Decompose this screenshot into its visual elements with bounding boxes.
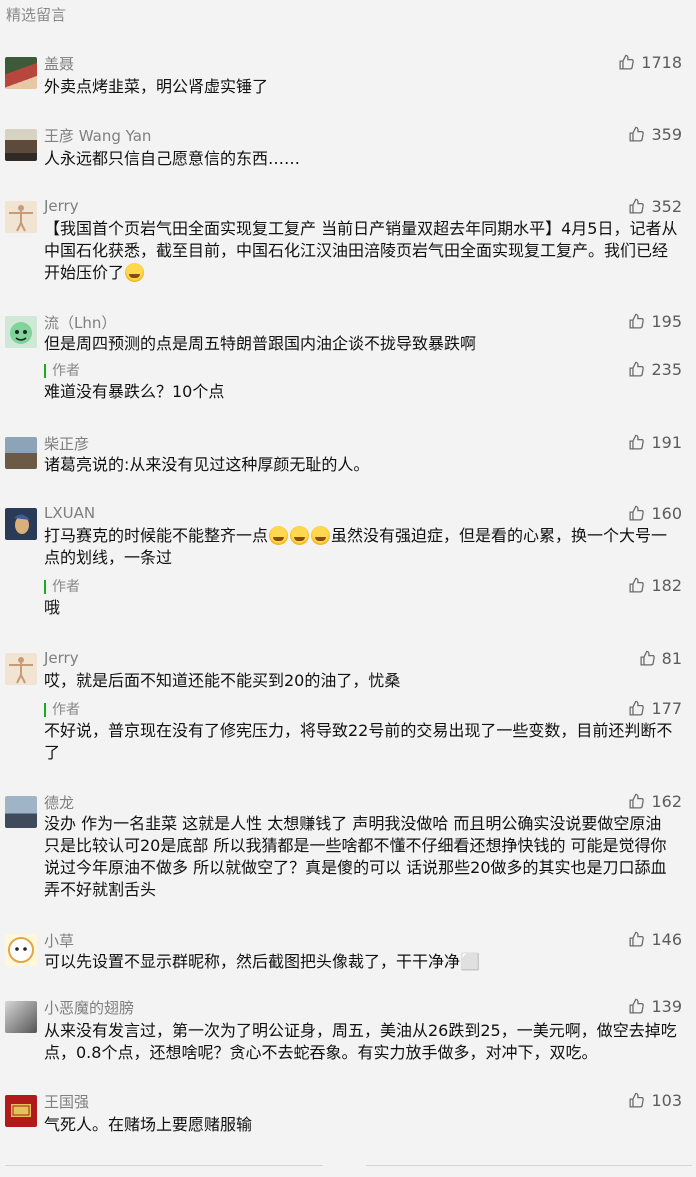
thumbs-up-icon [629,126,645,142]
avatar[interactable] [5,796,37,828]
like-button[interactable]: 81 [639,649,682,668]
divider [366,1165,692,1166]
like-count: 81 [661,649,682,668]
reply-author: 作者 [52,702,80,718]
reply-marker [44,364,46,378]
like-button[interactable]: 191 [628,433,682,452]
comment-content: 人永远都只信自己愿意信的东西…… [44,149,301,168]
comment-nickname: 柴正彦 [44,435,90,453]
like-count: 160 [651,504,682,523]
laugh-cry-emoji-icon [311,526,331,545]
avatar[interactable] [5,316,37,348]
cartoon-avatar-icon [10,322,32,344]
thumbs-up-icon [629,505,645,521]
comment-content: 外卖点烤韭菜，明公肾虚实锤了 [44,77,269,96]
like-button[interactable]: 195 [628,312,682,331]
reply-author: 作者 [52,579,80,595]
comment-content: 哎，就是后面不知道还能不能买到20的油了，忧桑 [44,671,401,690]
avatar[interactable] [5,508,37,540]
thumbs-up-icon [629,313,645,329]
thumbs-up-icon [629,998,645,1014]
avatar[interactable] [5,129,37,161]
comment-content: 【我国首个页岩气田全面实现复工复产 当前日产销量双超去年同期水平】4月5日，记者… [44,218,678,284]
seal-avatar-icon [11,1104,31,1117]
thumbs-up-icon [619,54,635,70]
thumbs-up-icon [629,931,645,947]
like-button[interactable]: 352 [628,197,682,216]
portrait-icon [14,514,30,534]
avatar[interactable] [5,201,37,233]
like-button[interactable]: 1718 [618,53,682,72]
person-figure-icon [9,657,33,684]
comment-content: 可以先设置不显示群昵称，然后截图把头像裁了，干干净净⬜ [44,952,480,971]
reply-content: 哦 [44,598,61,617]
comment-content: 但是周四预测的点是周五特朗普跟国内油企谈不拢导致暴跌啊 [44,334,477,353]
avatar[interactable] [5,57,37,89]
comment-content: 打马赛克的时候能不能整齐一点 虽然没有强迫症，但是看的心累，换一个大号一点的划线，… [44,525,678,569]
like-count: 1718 [641,53,682,72]
avatar[interactable] [5,1001,37,1033]
comment-nickname: Jerry [44,649,79,667]
like-count: 146 [651,930,682,949]
like-count: 103 [651,1091,682,1110]
comment-nickname: 小草 [44,932,75,950]
section-title: 精选留言 [6,6,67,24]
comment-nickname: 流（Lhn） [44,314,117,332]
like-count: 195 [651,312,682,331]
comment-nickname: LXUAN [44,504,96,522]
avatar[interactable] [5,1095,37,1127]
comment-content: 气死人。在赌场上要愿赌服输 [44,1115,253,1134]
thumbs-up-icon [629,577,645,593]
cartoon-avatar-icon [8,937,34,963]
thumbs-up-icon [629,700,645,716]
like-count: 235 [651,360,682,379]
like-count: 182 [651,576,682,595]
comment-nickname: 王国强 [44,1093,90,1111]
thumbs-up-icon [640,650,655,666]
like-button[interactable]: 103 [628,1091,682,1110]
like-count: 359 [651,125,682,144]
comment-content: 诸葛亮说的:从来没有见过这种厚颜无耻的人。 [44,455,370,474]
thumbs-up-icon [629,361,645,377]
avatar[interactable] [5,437,37,469]
like-count: 191 [651,433,682,452]
comment-nickname: 王彦 Wang Yan [44,127,152,145]
comment-nickname: 盖聂 [44,55,75,73]
reply-content: 难道没有暴跌么？10个点 [44,382,225,401]
comment-nickname: 小恶魔的翅膀 [44,999,135,1017]
like-button[interactable]: 162 [628,792,682,811]
like-count: 177 [651,699,682,718]
laugh-cry-emoji-icon [269,526,289,545]
comment-content: 从来没有发言过，第一次为了明公证身，周五，美油从26跌到25，一美元啊，做空去掉… [44,1021,677,1062]
like-button[interactable]: 182 [628,576,682,595]
comment-nickname: Jerry [44,197,79,215]
thumbs-up-icon [629,434,645,450]
comment-nickname: 德龙 [44,794,75,812]
reply-marker [44,580,46,594]
laugh-cry-emoji-icon [290,526,310,545]
laugh-cry-emoji-icon [125,263,145,282]
divider [5,1165,323,1166]
reply-marker [44,703,46,717]
like-button[interactable]: 160 [628,504,682,523]
like-count: 139 [651,997,682,1016]
like-button[interactable]: 177 [628,699,682,718]
thumbs-up-icon [629,198,645,214]
comment-text: 打马赛克的时候能不能整齐一点 [44,526,269,545]
reply-content: 不好说，普京现在没有了修宪压力，将导致22号前的交易出现了一些变数，目前还判断不… [44,721,673,762]
comment-content: 没办 作为一名韭菜 这就是人性 太想赚钱了 声明我没做哈 而且明公确实没说要做空… [44,814,667,899]
like-count: 352 [651,197,682,216]
thumbs-up-icon [629,793,645,809]
like-button[interactable]: 359 [628,125,682,144]
like-button[interactable]: 235 [628,360,682,379]
reply-author: 作者 [52,363,80,379]
like-button[interactable]: 139 [628,997,682,1016]
like-count: 162 [651,792,682,811]
like-button[interactable]: 146 [628,930,682,949]
avatar[interactable] [5,934,37,966]
person-figure-icon [9,205,33,232]
thumbs-up-icon [629,1092,645,1108]
avatar[interactable] [5,653,37,685]
